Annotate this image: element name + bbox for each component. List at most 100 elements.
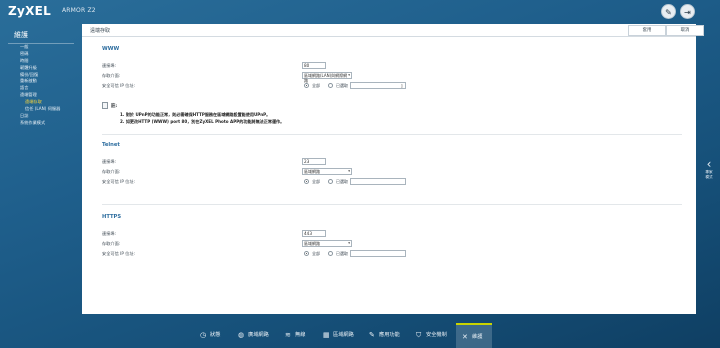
telnet-access-value: 區域網路 <box>304 169 320 174</box>
www-radio-all-label: 全部 <box>312 83 320 88</box>
sidebar-item[interactable]: 系統作業模式 <box>20 120 60 127</box>
section-divider <box>102 134 682 135</box>
telnet-radio-all[interactable] <box>304 179 309 184</box>
section-title-www: WWW <box>102 46 120 52</box>
model-name: ARMOR Z2 <box>62 7 96 14</box>
nav-item-label: 安全機制 <box>426 332 447 338</box>
telnet-port-label: 連接埠: <box>102 159 116 164</box>
https-port-input[interactable]: 443 <box>302 230 326 237</box>
sidebar-item[interactable]: 信任 (LAN) 伺服器 <box>20 106 60 113</box>
nav-item-label: 維護 <box>472 334 483 340</box>
section-www: WWW 連接埠: 80 存取介面: 區域網路(LAN)與網際網路 ▾ 安全可信 I… <box>102 46 682 89</box>
telnet-port-input[interactable]: 23 <box>302 158 326 165</box>
https-access-row: 存取介面: 區域網路 ▾ <box>102 240 682 248</box>
expert-mode-tab[interactable]: ‹ 專家 模式 <box>700 158 718 196</box>
https-access-label: 存取介面: <box>102 241 121 246</box>
chevron-down-icon: ▾ <box>348 73 350 77</box>
nav-item-label: 區域網路 <box>333 332 354 338</box>
https-access-select[interactable]: 區域網路 ▾ <box>302 240 352 247</box>
nav-item[interactable]: ⛉ 安全機制 <box>416 323 456 348</box>
www-access-select[interactable]: 區域網路(LAN)與網際網路 ▾ <box>302 72 352 83</box>
status-icon: ◷ <box>200 331 207 339</box>
https-radio-selected-label: 已選取 <box>336 251 348 256</box>
telnet-ip-row: 安全可信 IP 位址: 全部 已選取 <box>102 178 682 186</box>
nav-item-label: 應用功能 <box>379 332 400 338</box>
logout-icon[interactable]: ⇥ <box>680 4 695 19</box>
telnet-radio-selected-label: 已選取 <box>336 179 348 184</box>
www-radio-selected-label: 已選取 <box>336 83 348 88</box>
https-port-label: 連接埠: <box>102 231 116 236</box>
chevron-left-icon: ‹ <box>706 157 712 171</box>
https-radio-selected[interactable] <box>328 251 333 256</box>
telnet-ip-label: 安全可信 IP 位址: <box>102 179 135 184</box>
https-ip-label: 安全可信 IP 位址: <box>102 251 135 256</box>
section-telnet: Telnet 連接埠: 23 存取介面: 區域網路 ▾ 安全可信 IP 位址: 全… <box>102 142 682 185</box>
chevron-down-icon: ▾ <box>348 169 350 173</box>
https-radio-all-label: 全部 <box>312 251 320 256</box>
telnet-ip-input[interactable] <box>350 178 406 185</box>
www-access-label: 存取介面: <box>102 73 121 78</box>
https-access-value: 區域網路 <box>304 241 320 246</box>
page-title: 遠端存取 <box>90 28 111 34</box>
nav-item[interactable]: ✎ 應用功能 <box>369 323 413 348</box>
cancel-button[interactable]: 取消 <box>666 25 704 36</box>
telnet-access-select[interactable]: 區域網路 ▾ <box>302 168 352 175</box>
www-port-row: 連接埠: 80 <box>102 62 682 70</box>
nav-item-label: 無線 <box>295 332 306 338</box>
section-title-https: HTTPS <box>102 214 122 220</box>
section-https: HTTPS 連接埠: 443 存取介面: 區域網路 ▾ 安全可信 IP 位址: 全… <box>102 214 682 257</box>
sidebar-item[interactable]: 時間 <box>20 58 60 65</box>
section-divider <box>102 204 682 205</box>
sidebar: 維護 一般 密碼 時間 韌體升級 備份/回復 重新啟動 語言 遠端管理 遠端存取 信任 (LAN)… <box>0 24 80 324</box>
telnet-radio-all-label: 全部 <box>312 179 320 184</box>
telnet-radio-selected[interactable] <box>328 179 333 184</box>
nav-item[interactable]: ◍ 廣域網路 <box>238 323 282 348</box>
https-ip-row: 安全可信 IP 位址: 全部 已選取 <box>102 250 682 258</box>
sidebar-item[interactable]: 遠端存取 <box>20 99 60 106</box>
maintenance-icon: ✕ <box>462 333 468 341</box>
www-access-row: 存取介面: 區域網路(LAN)與網際網路 ▾ <box>102 72 682 83</box>
sidebar-title: 維護 <box>14 31 28 39</box>
www-radio-selected[interactable] <box>328 83 333 88</box>
https-radio-all[interactable] <box>304 251 309 256</box>
nav-item[interactable]: ◷ 狀態 <box>200 323 234 348</box>
sidebar-item[interactable]: 韌體升級 <box>20 65 60 72</box>
www-ip-row: 安全可信 IP 位址: 全部 已選取 ▯ <box>102 82 682 90</box>
sidebar-menu: 一般 密碼 時間 韌體升級 備份/回復 重新啟動 語言 遠端管理 遠端存取 信任 (LAN) 伺服… <box>20 44 60 127</box>
www-radio-all[interactable] <box>304 83 309 88</box>
expert-mode-label-2: 模式 <box>705 175 713 179</box>
sidebar-item[interactable]: 密碼 <box>20 51 60 58</box>
top-bar: ZyXEL ARMOR Z2 ✎ ⇥ <box>0 0 720 22</box>
shield-icon: ⛉ <box>416 331 422 339</box>
apps-icon: ✎ <box>369 331 375 339</box>
https-port-row: 連接埠: 443 <box>102 230 682 238</box>
nav-item[interactable]: ▦ 區域網路 <box>323 323 367 348</box>
telnet-access-row: 存取介面: 區域網路 ▾ <box>102 168 682 176</box>
telnet-port-row: 連接埠: 23 <box>102 158 682 166</box>
note-title: 註: <box>111 104 118 109</box>
spinner-icon: ▯ <box>400 83 403 88</box>
www-port-label: 連接埠: <box>102 63 116 68</box>
www-port-input[interactable]: 80 <box>302 62 326 69</box>
sidebar-item[interactable]: 一般 <box>20 44 60 51</box>
nav-item[interactable]: ≋ 無線 <box>285 323 319 348</box>
telnet-access-label: 存取介面: <box>102 169 121 174</box>
note-line-1: 1. 對於 UPnP的功能正常，則必需確保HTTP服務在區域網路設置能使用UPn… <box>120 112 271 117</box>
https-ip-input[interactable] <box>350 250 406 257</box>
panel-header: 遠端存取 套用 取消 <box>82 24 704 37</box>
note-icon <box>102 102 108 109</box>
www-ip-input[interactable]: ▯ <box>350 82 406 89</box>
wrench-icon[interactable]: ✎ <box>661 4 676 19</box>
globe-icon: ◍ <box>238 331 245 339</box>
nav-item-label: 廣域網路 <box>248 332 269 338</box>
brand-logo: ZyXEL <box>8 4 52 18</box>
apply-button[interactable]: 套用 <box>628 25 666 36</box>
section-title-telnet: Telnet <box>102 142 120 148</box>
bottom-nav: ◷ 狀態 ◍ 廣域網路 ≋ 無線 ▦ 區域網路 ✎ 應用功能 ⛉ 安全機制 ✕ 維護 <box>0 323 720 348</box>
nav-item-label: 狀態 <box>210 332 221 338</box>
lan-icon: ▦ <box>323 331 330 339</box>
www-ip-label: 安全可信 IP 位址: <box>102 83 135 88</box>
sidebar-item[interactable]: 日誌 <box>20 113 60 120</box>
nav-item[interactable]: ✕ 維護 <box>456 323 492 348</box>
main-panel: 遠端存取 套用 取消 WWW 連接埠: 80 存取介面: 區域網路(LAN)與網… <box>82 24 704 314</box>
